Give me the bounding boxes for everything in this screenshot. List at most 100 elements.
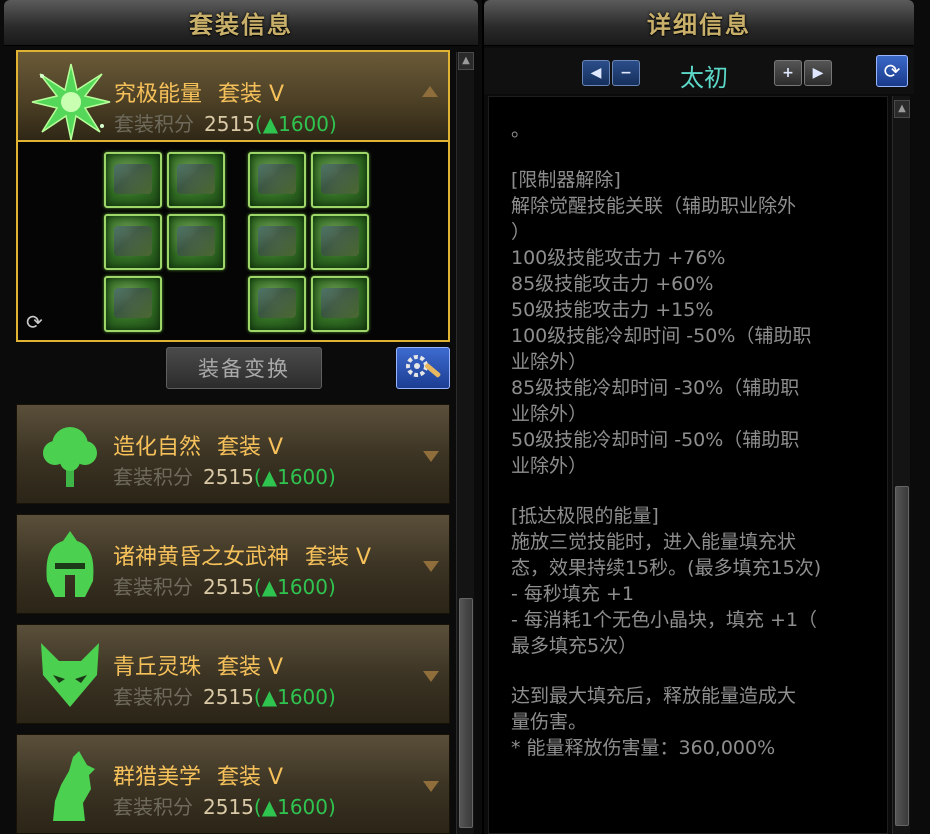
detail-line [511,659,881,683]
set-title: 群猎美学 套装 V [113,759,283,791]
score-value: 2515 [203,795,254,819]
detail-line: - 每消耗1个无色小晶块，填充 +1（ [511,609,818,631]
equip-slot[interactable] [311,214,369,270]
set-item-fox-pearl[interactable]: 青丘灵珠 套装 V 套装积分 2515(▲1600) [16,624,450,724]
stage-selector: ◀ − 太初 + ▶ [484,48,914,94]
set-name: 青丘灵珠 [113,655,202,680]
set-score: 套装积分 2515(▲1600) [114,108,337,137]
score-label: 套装积分 [113,795,193,819]
detail-line: 施放三觉技能时，进入能量填充状 [511,531,797,553]
score-value: 2515 [203,685,254,709]
detail-line: [抵达极限的能量] [511,505,659,527]
detail-line: 85级技能冷却时间 -30%（辅助职 [511,377,800,399]
equip-switch-button[interactable]: 装备变换 [166,347,322,389]
refresh-icon[interactable]: ⟳ [26,310,43,334]
set-item-valkyrie[interactable]: 诸神黄昏之女武神 套装 V 套装积分 2515(▲1600) [16,514,450,614]
set-tier: 套装 V [217,435,284,460]
detail-line: 100级技能冷却时间 -50%（辅助职 [511,325,812,347]
detail-line: 解除觉醒技能关联（辅助职业除外 [511,195,797,217]
detail-line: 85级技能攻击力 +60% [511,273,714,295]
detail-line: 业除外） [511,351,588,373]
detail-line: 最多填充5次） [511,635,638,657]
expand-arrow-icon[interactable] [423,781,439,792]
equipment-grid: ⟳ [16,142,450,342]
score-label: 套装积分 [113,465,193,489]
equip-slot[interactable] [167,214,225,270]
helmet-icon [46,531,94,597]
score-label: 套装积分 [113,685,193,709]
set-score: 套装积分 2515(▲1600) [113,571,336,600]
settings-button[interactable] [396,347,450,389]
detail-line: 。 [511,119,531,141]
set-tier: 套装 V [305,545,372,570]
set-tier: 套装 V [217,655,284,680]
wrench-gear-icon [406,355,441,378]
set-title: 究极能量 套装 V [114,76,284,108]
score-bonus: (▲1600) [253,685,336,709]
detail-line: 50级技能攻击力 +15% [511,299,714,321]
detail-text: 。 [限制器解除] 解除觉醒技能关联（辅助职业除外 ） 100级技能攻击力 +76% 85… [511,117,881,761]
score-value: 2515 [203,465,254,489]
detail-line [511,479,881,503]
score-bonus: (▲1600) [254,112,337,136]
set-item-nature[interactable]: 造化自然 套装 V 套装积分 2515(▲1600) [16,404,450,504]
scroll-up-button[interactable]: ▲ [458,52,474,70]
set-title: 诸神黄昏之女武神 套装 V [113,539,371,571]
detail-line [511,143,881,167]
set-score: 套装积分 2515(▲1600) [113,681,336,710]
set-tier: 套装 V [218,82,285,107]
green-starburst-icon [31,63,111,141]
set-name: 群猎美学 [113,765,202,790]
expand-arrow-icon[interactable] [423,671,439,682]
score-value: 2515 [204,112,255,136]
plus-button[interactable]: + [774,60,802,86]
collapse-arrow-icon[interactable] [422,86,438,97]
score-value: 2515 [203,575,254,599]
set-title: 青丘灵珠 套装 V [113,649,283,681]
set-list-scrollbar[interactable]: ▲ [456,52,474,834]
equip-slot[interactable] [248,152,306,208]
score-bonus: (▲1600) [253,465,336,489]
wolf-icon [53,751,95,821]
detail-line: 达到最大填充后，释放能量造成大 [511,685,797,707]
equip-slot[interactable] [104,276,162,332]
prev-arrow-button[interactable]: ◀ [582,60,610,86]
expand-arrow-icon[interactable] [423,451,439,462]
refresh-icon: ⟳ [883,59,901,83]
equip-slot[interactable] [104,214,162,270]
set-name: 诸神黄昏之女武神 [113,545,290,570]
equip-slot[interactable] [104,152,162,208]
equip-slot[interactable] [311,276,369,332]
equip-slot[interactable] [248,276,306,332]
detail-text-box: 。 [限制器解除] 解除觉醒技能关联（辅助职业除外 ） 100级技能攻击力 +76% 85… [488,96,888,834]
score-bonus: (▲1600) [253,795,336,819]
detail-scrollbar[interactable]: ▲ [892,96,910,834]
detail-line: * 能量释放伤害量：360,000% [511,737,776,759]
detail-line: 业除外） [511,403,588,425]
detail-line: 50级技能冷却时间 -50%（辅助职 [511,429,800,451]
equip-slot[interactable] [248,214,306,270]
cycle-refresh-button[interactable]: ⟳ [876,55,908,87]
next-arrow-button[interactable]: ▶ [804,60,832,86]
set-name: 造化自然 [113,435,202,460]
set-info-header: 套装信息 [4,0,478,46]
set-name: 究极能量 [114,82,203,107]
set-item-ultimate-energy[interactable]: 究极能量 套装 V 套装积分 2515(▲1600) [16,50,450,142]
set-tier: 套装 V [217,765,284,790]
equip-slot[interactable] [311,152,369,208]
scroll-thumb[interactable] [895,486,909,826]
set-item-hunting-aesthetics[interactable]: 群猎美学 套装 V 套装积分 2515(▲1600) [16,734,450,834]
equip-slot[interactable] [167,152,225,208]
score-label: 套装积分 [113,575,193,599]
scroll-thumb[interactable] [459,598,473,828]
expand-arrow-icon[interactable] [423,561,439,572]
detail-line: 态，效果持续15秒。(最多填充15次) [511,557,822,579]
tree-icon [43,427,97,487]
scroll-up-button[interactable]: ▲ [894,100,910,118]
set-info-panel: 套装信息 究极能量 套装 V 套装积分 2515(▲1600) ⟳ 装备变换 造… [0,0,482,834]
stage-label: 太初 [680,64,728,92]
minus-button[interactable]: − [612,60,640,86]
detail-info-panel: 详细信息 ◀ − 太初 + ▶ ⟳ 。 [限制器解除] 解除觉醒技能关联（辅助职业除… [484,0,930,834]
set-score: 套装积分 2515(▲1600) [113,791,336,820]
score-label: 套装积分 [114,112,194,136]
